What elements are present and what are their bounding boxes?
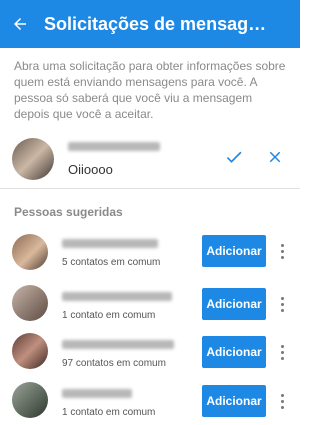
check-icon [226, 151, 242, 163]
person-name-blurred[interactable] [62, 340, 174, 349]
person-name-blurred[interactable] [62, 239, 158, 248]
message-request-item[interactable]: Oiioooo [0, 128, 300, 186]
person-avatar[interactable] [12, 333, 48, 369]
request-message-preview: Oiioooo [68, 162, 113, 177]
person-avatar[interactable] [12, 382, 48, 418]
person-avatar[interactable] [12, 285, 48, 321]
mutual-contacts-count: 97 contatos em comum [62, 358, 166, 369]
more-options-icon[interactable] [274, 290, 290, 318]
add-person-button[interactable]: Adicionar [202, 235, 266, 267]
arrow-left-icon [14, 18, 26, 30]
request-info-text: Abra uma solicitação para obter informaç… [14, 59, 286, 121]
more-options-icon[interactable] [274, 338, 290, 366]
mutual-contacts-count: 1 contato em comum [62, 407, 156, 418]
mutual-contacts-count: 5 contatos em comum [62, 257, 161, 268]
suggested-people-title: Pessoas sugeridas [14, 205, 123, 219]
app-bar: Solicitações de mensag… [0, 0, 300, 48]
divider [0, 188, 300, 189]
more-options-icon[interactable] [274, 237, 290, 265]
accept-request-button[interactable] [220, 143, 248, 171]
decline-request-button[interactable] [261, 143, 289, 171]
suggested-person-row: 1 contato em comum Adicionar [0, 280, 300, 328]
person-name-blurred[interactable] [62, 292, 172, 301]
suggested-person-row: 1 contato em comum Adicionar [0, 377, 300, 425]
add-person-button[interactable]: Adicionar [202, 385, 266, 417]
add-person-button[interactable]: Adicionar [202, 336, 266, 368]
mutual-contacts-count: 1 contato em comum [62, 310, 156, 321]
person-avatar[interactable] [12, 234, 48, 270]
suggested-person-row: 5 contatos em comum Adicionar [0, 227, 300, 275]
more-options-icon[interactable] [274, 387, 290, 415]
requester-name-blurred [68, 142, 160, 151]
requester-avatar [12, 138, 54, 180]
page-title: Solicitações de mensag… [44, 13, 267, 34]
suggested-person-row: 97 contatos em comum Adicionar [0, 328, 300, 376]
close-icon [269, 151, 281, 163]
back-button[interactable] [0, 0, 40, 48]
person-name-blurred[interactable] [62, 389, 132, 398]
add-person-button[interactable]: Adicionar [202, 288, 266, 320]
